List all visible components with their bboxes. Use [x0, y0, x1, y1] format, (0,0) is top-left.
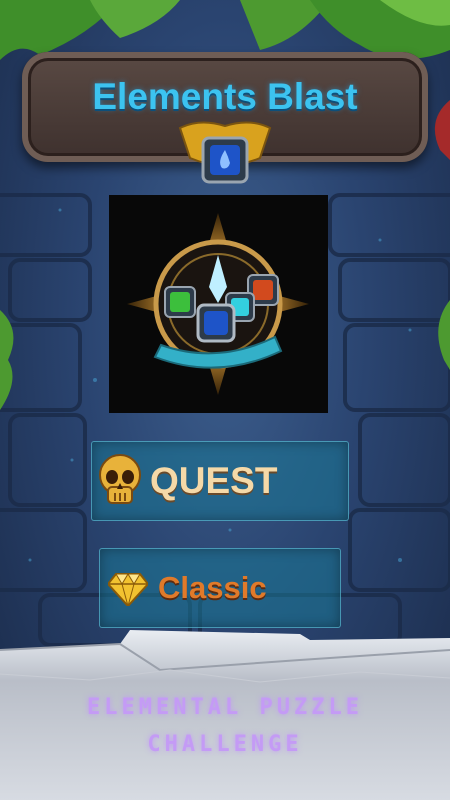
tagline-line2: CHALLENGE: [147, 732, 303, 757]
right-leaves: [434, 100, 450, 370]
elements-emblem: [109, 195, 328, 413]
skull-icon: [99, 454, 141, 504]
quest-label: QUEST: [150, 460, 278, 501]
game-title: Elements Blast: [92, 76, 358, 117]
diamond-icon: [108, 573, 148, 606]
left-leaves: [0, 310, 14, 410]
tagline-line1: ELEMENTAL PUZZLE: [87, 695, 363, 720]
classic-label: Classic: [158, 570, 267, 605]
trophy-icon: [178, 121, 272, 184]
